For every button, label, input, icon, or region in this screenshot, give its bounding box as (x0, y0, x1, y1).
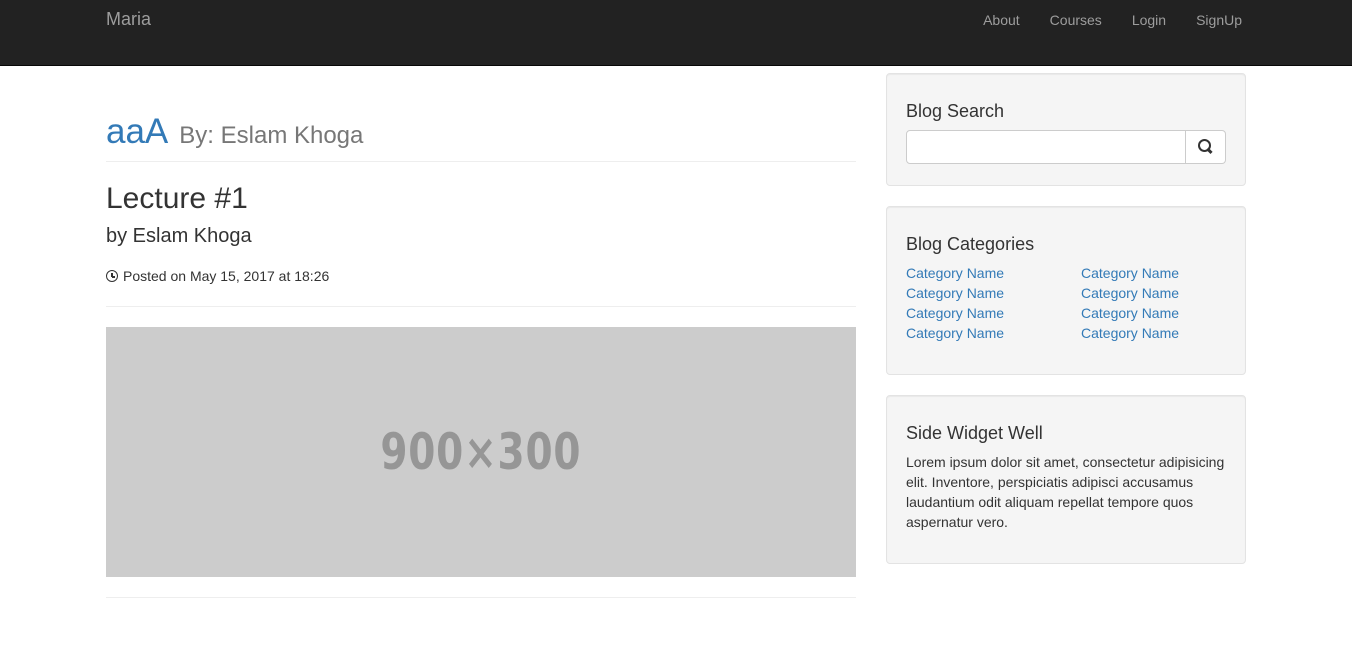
brand-link[interactable]: Maria (106, 9, 151, 29)
search-input[interactable] (906, 130, 1186, 164)
search-button[interactable] (1186, 130, 1226, 164)
post-title: aaA (106, 112, 169, 151)
lecture-author: by Eslam Khoga (106, 225, 252, 247)
nav-courses-link[interactable]: Courses (1035, 11, 1117, 29)
side-widget-text: Lorem ipsum dolor sit amet, consectetur … (906, 454, 1225, 530)
blog-search-well: Blog Search (886, 73, 1246, 186)
search-group (906, 130, 1226, 164)
post-image: 900×300 (106, 327, 856, 577)
posted-date: Posted on May 15, 2017 at 18:26 (106, 268, 856, 284)
sidebar: Blog Search Blog Categories Category Nam… (886, 73, 1246, 584)
nav-signup-link[interactable]: SignUp (1181, 11, 1242, 29)
main-content: aaA By: Eslam Khoga Lecture #1 by Eslam … (106, 66, 856, 598)
divider (106, 597, 856, 598)
category-list: Category Name Category Name Category Nam… (906, 263, 1226, 343)
blog-categories-well: Blog Categories Category Name Category N… (886, 206, 1246, 375)
category-link[interactable]: Category Name (1081, 323, 1226, 343)
nav-login-link[interactable]: Login (1117, 11, 1181, 29)
clock-icon (106, 270, 118, 282)
side-widget-well: Side Widget Well Lorem ipsum dolor sit a… (886, 395, 1246, 564)
page-header: aaA By: Eslam Khoga (106, 114, 856, 162)
category-link[interactable]: Category Name (906, 323, 1081, 343)
side-widget-title: Side Widget Well (906, 423, 1043, 443)
post-author: By: Eslam Khoga (179, 122, 364, 149)
posted-date-text: Posted on May 15, 2017 at 18:26 (123, 268, 330, 284)
blog-search-title: Blog Search (906, 101, 1005, 121)
category-link[interactable]: Category Name (906, 283, 1081, 303)
divider (106, 306, 856, 307)
category-link[interactable]: Category Name (1081, 283, 1226, 303)
nav-about-link[interactable]: About (968, 11, 1035, 29)
category-link[interactable]: Category Name (906, 303, 1081, 323)
nav-links: About Courses Login SignUp (968, 11, 1242, 29)
blog-categories-title: Blog Categories (906, 234, 1035, 254)
lecture-title: Lecture #1 (106, 182, 248, 215)
top-navbar: Maria About Courses Login SignUp (0, 0, 1352, 66)
category-link[interactable]: Category Name (1081, 303, 1226, 323)
search-icon (1197, 139, 1211, 152)
image-placeholder-label: 900×300 (380, 423, 582, 481)
category-link[interactable]: Category Name (1081, 263, 1226, 283)
category-link[interactable]: Category Name (906, 263, 1081, 283)
